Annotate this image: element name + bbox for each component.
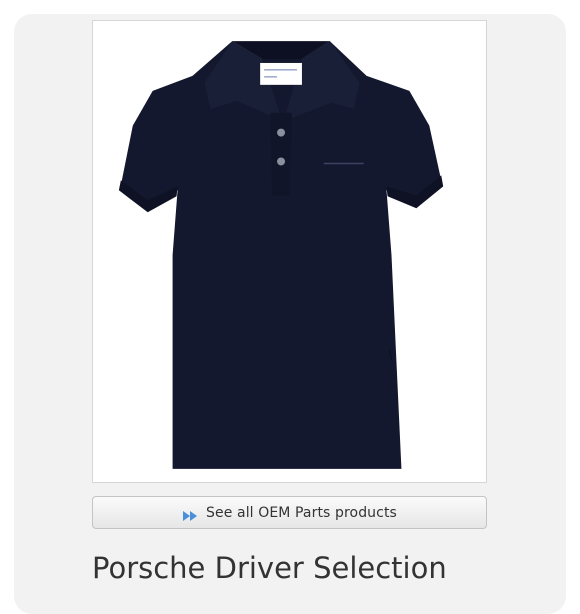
polo-shirt-image — [118, 41, 444, 469]
see-all-oem-parts-button[interactable]: See all OEM Parts products — [92, 496, 487, 529]
fast-forward-icon — [182, 507, 198, 521]
see-all-oem-parts-label: See all OEM Parts products — [206, 504, 397, 521]
product-title: Porsche Driver Selection — [92, 551, 447, 585]
product-image[interactable] — [92, 20, 487, 483]
